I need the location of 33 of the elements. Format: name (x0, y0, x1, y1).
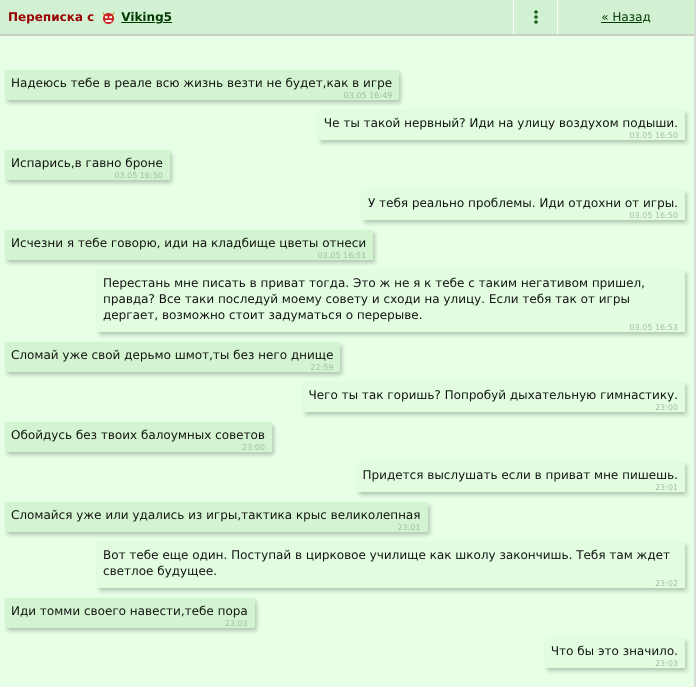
message-text: Надеюсь тебе в реале всю жизнь везти не будет,как в игре (11, 75, 392, 91)
message-text: Что бы это значило. (550, 643, 678, 659)
back-link[interactable]: « Назад (601, 8, 651, 26)
message-text: Перестань мне писать в приват тогда. Это ж не я к тебе с таким негативом пришел, правда? Все таки последуй моему совету и сходи на улицу. Если тебя так от игры дергает, возможно стоит задуматься о перерыве. (103, 275, 646, 323)
message-text: Чего ты так горишь? Попробуй дыхательную гимнастику. (308, 387, 678, 403)
message-text: Обойдусь без твоих балоумных советов (11, 427, 265, 443)
menu-icon[interactable] (534, 10, 538, 24)
message-text: Сломай уже свой дерьмо шмот,ты без него днище (11, 347, 334, 363)
message-time: 03.05 16:53 (630, 323, 678, 332)
message-time: 23:00 (654, 403, 678, 412)
message-text: Придется выслушать если в приват мне пишешь. (362, 467, 678, 483)
message-time: 03.05 16:50 (630, 211, 678, 220)
message-time: 03.05 16:50 (630, 131, 678, 140)
message-time: 03.05 16:51 (318, 251, 366, 260)
conversation-title: Переписка с (8, 9, 94, 26)
message-text: Че ты такой нервный? Иди на улицу воздухом подыши. (324, 115, 678, 131)
horned-face-icon (101, 10, 116, 24)
message-time: 23:02 (654, 579, 678, 588)
message-time: 23:01 (397, 523, 421, 532)
message-time: 03.05 16:49 (344, 91, 392, 100)
message-time: 23:03 (654, 659, 678, 668)
message-text: Исчезни я тебе говорю, иди на кладбище цветы отнеси (11, 235, 366, 251)
message-time: 23:03 (224, 619, 248, 628)
message-text: Вот тебе еще один. Поступай в цирковое училище как школу закончишь. Тебя там ждет светлое будущее. (103, 547, 672, 579)
message-text: Сломайся уже или удались из игры,тактика крыс великолепная (11, 507, 421, 523)
message-time: 03.05 16:50 (114, 171, 163, 180)
message-time: 23:01 (654, 483, 678, 492)
username-link[interactable]: Viking5 (121, 8, 172, 26)
message-text: Иди томми своего навести,тебе пора (11, 603, 248, 619)
message-time: 22:59 (310, 363, 334, 372)
message-text: Испарись,в гавно броне (11, 155, 163, 171)
message-time: 23:00 (242, 443, 265, 452)
message-text: У тебя реально проблемы. Иди отдохни от игры. (368, 195, 678, 211)
